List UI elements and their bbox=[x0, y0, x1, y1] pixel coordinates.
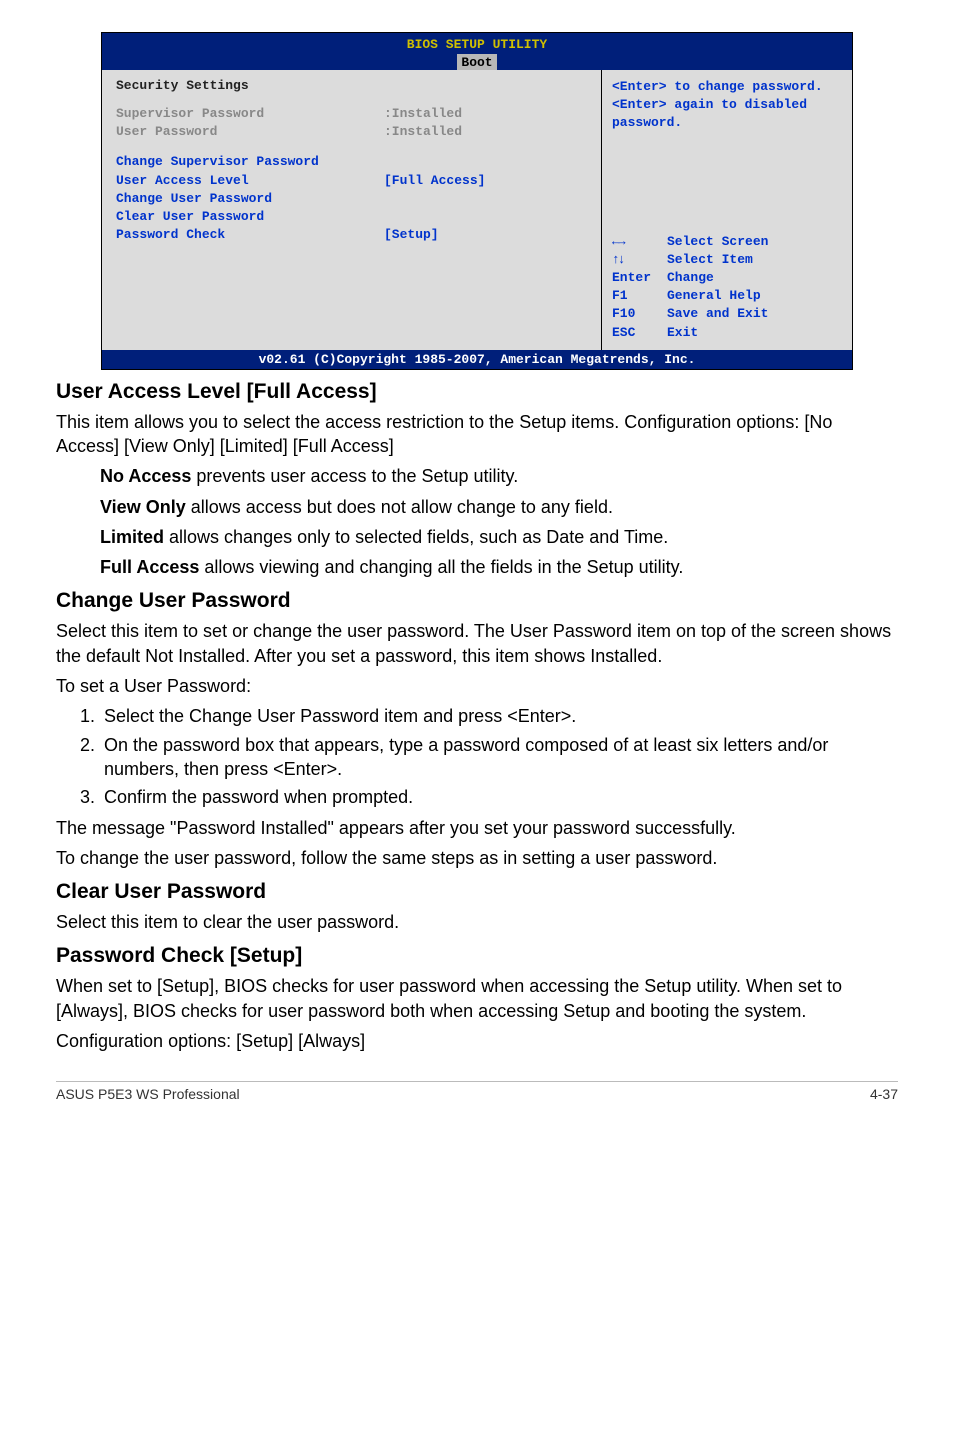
user-password-label: User Password bbox=[116, 123, 376, 141]
kh-f1-key: F1 bbox=[612, 287, 667, 305]
bios-header: BIOS SETUP UTILITY Boot bbox=[102, 33, 852, 70]
opt-no-access-bold: No Access bbox=[100, 466, 191, 486]
page-footer: ASUS P5E3 WS Professional 4-37 bbox=[56, 1081, 898, 1102]
footer-page-number: 4-37 bbox=[870, 1086, 898, 1102]
security-settings-title: Security Settings bbox=[116, 78, 587, 93]
help-note-line2: <Enter> again to disabled password. bbox=[612, 96, 842, 132]
step-2: On the password box that appears, type a… bbox=[100, 733, 898, 782]
para-ual-desc: This item allows you to select the acces… bbox=[56, 410, 898, 459]
change-user-password[interactable]: Change User Password bbox=[116, 190, 376, 208]
kh-enter-val: Change bbox=[667, 269, 714, 287]
footer-product: ASUS P5E3 WS Professional bbox=[56, 1086, 240, 1102]
help-note-line1: <Enter> to change password. bbox=[612, 78, 842, 96]
opt-view-only-bold: View Only bbox=[100, 497, 186, 517]
heading-clear-user-password: Clear User Password bbox=[56, 880, 898, 904]
opt-limited-bold: Limited bbox=[100, 527, 164, 547]
bios-tab-boot[interactable]: Boot bbox=[457, 54, 496, 70]
arrow-lr-icon bbox=[612, 233, 667, 251]
heading-change-user-password: Change User Password bbox=[56, 589, 898, 613]
kh-f1-val: General Help bbox=[667, 287, 761, 305]
password-check-value[interactable]: [Setup] bbox=[384, 226, 439, 244]
opt-no-access-text: prevents user access to the Setup utilit… bbox=[191, 466, 518, 486]
bios-title: BIOS SETUP UTILITY bbox=[102, 37, 852, 54]
kh-select-item: Select Item bbox=[667, 251, 753, 269]
para-clr-1: Select this item to clear the user passw… bbox=[56, 910, 898, 934]
opt-limited-text: allows changes only to selected fields, … bbox=[164, 527, 668, 547]
change-supervisor-password[interactable]: Change Supervisor Password bbox=[116, 153, 376, 171]
para-chg-1: Select this item to set or change the us… bbox=[56, 619, 898, 668]
bios-window: BIOS SETUP UTILITY Boot Security Setting… bbox=[101, 32, 853, 370]
user-access-level-label[interactable]: User Access Level bbox=[116, 172, 376, 190]
para-chg-3: The message "Password Installed" appears… bbox=[56, 816, 898, 840]
opt-view-only-text: allows access but does not allow change … bbox=[186, 497, 613, 517]
arrow-ud-icon bbox=[612, 251, 667, 269]
clear-user-password[interactable]: Clear User Password bbox=[116, 208, 376, 226]
kh-f10-val: Save and Exit bbox=[667, 305, 768, 323]
bios-footer: v02.61 (C)Copyright 1985-2007, American … bbox=[102, 350, 852, 369]
kh-esc-val: Exit bbox=[667, 324, 698, 342]
bios-right-pane: <Enter> to change password. <Enter> agai… bbox=[602, 70, 852, 350]
kh-f10-key: F10 bbox=[612, 305, 667, 323]
opt-limited: Limited allows changes only to selected … bbox=[100, 525, 898, 549]
kh-select-screen: Select Screen bbox=[667, 233, 768, 251]
key-help: Select Screen Select Item EnterChange F1… bbox=[612, 233, 842, 342]
step-3: Confirm the password when prompted. bbox=[100, 785, 898, 809]
kh-esc-key: ESC bbox=[612, 324, 667, 342]
opt-view-only: View Only allows access but does not all… bbox=[100, 495, 898, 519]
opt-no-access: No Access prevents user access to the Se… bbox=[100, 464, 898, 488]
para-pc-1: When set to [Setup], BIOS checks for use… bbox=[56, 974, 898, 1023]
password-check-label[interactable]: Password Check bbox=[116, 226, 376, 244]
heading-user-access-level: User Access Level [Full Access] bbox=[56, 380, 898, 404]
user-access-level-value[interactable]: [Full Access] bbox=[384, 172, 485, 190]
steps-set-user-password: Select the Change User Password item and… bbox=[56, 704, 898, 809]
opt-full-access-text: allows viewing and changing all the fiel… bbox=[199, 557, 683, 577]
opt-full-access: Full Access allows viewing and changing … bbox=[100, 555, 898, 579]
bios-left-pane: Security Settings Supervisor Password :I… bbox=[102, 70, 602, 350]
para-chg-4: To change the user password, follow the … bbox=[56, 846, 898, 870]
para-chg-2: To set a User Password: bbox=[56, 674, 898, 698]
opt-full-access-bold: Full Access bbox=[100, 557, 199, 577]
kh-enter-key: Enter bbox=[612, 269, 667, 287]
step-1: Select the Change User Password item and… bbox=[100, 704, 898, 728]
heading-password-check: Password Check [Setup] bbox=[56, 944, 898, 968]
user-password-value: :Installed bbox=[384, 123, 462, 141]
supervisor-password-value: :Installed bbox=[384, 105, 462, 123]
supervisor-password-label: Supervisor Password bbox=[116, 105, 376, 123]
para-pc-2: Configuration options: [Setup] [Always] bbox=[56, 1029, 898, 1053]
